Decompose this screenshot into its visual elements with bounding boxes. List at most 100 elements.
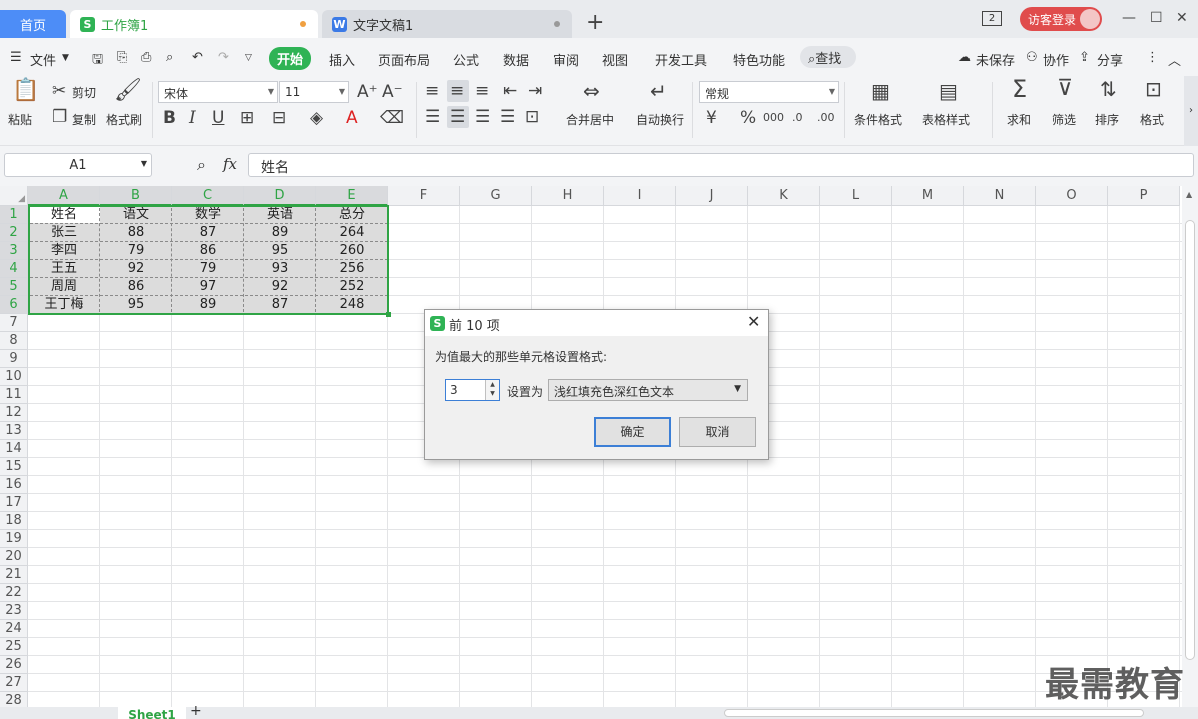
ribbon-scroll-right-icon[interactable]: › [1184,76,1198,146]
format-icon[interactable]: ⊡ [1145,79,1162,99]
merge-center-icon[interactable]: ⇔ [583,81,600,101]
font-size-select[interactable]: 11 ▼ [279,81,349,103]
wrap-text-button[interactable]: 自动换行 [636,111,684,128]
bold-icon[interactable]: B [163,109,176,127]
indent-decrease-icon[interactable]: ⇤ [503,82,517,100]
collab-button[interactable]: 协作 [1043,50,1069,69]
filter-icon[interactable]: ⊽ [1057,78,1073,100]
column-header[interactable]: D [244,186,316,206]
undo-icon[interactable]: ↶ [192,50,203,65]
ok-button[interactable]: 确定 [594,417,671,447]
column-header[interactable]: H [532,186,604,206]
new-tab-button[interactable]: + [586,10,604,35]
unsaved-status[interactable]: 未保存 [976,50,1015,69]
column-header[interactable]: L [820,186,892,206]
merge-center-button[interactable]: 合并居中 [566,111,614,128]
row-header[interactable]: 20 [0,548,28,566]
row-header[interactable]: 25 [0,638,28,656]
print-icon[interactable]: ⎙ [141,50,151,65]
maximize-icon[interactable]: ☐ [1150,10,1163,26]
row-header[interactable]: 19 [0,530,28,548]
select-all-corner[interactable]: ◢ [0,186,28,206]
sum-icon[interactable]: Σ [1012,77,1027,101]
search-button[interactable]: ⌕查找 [800,46,856,68]
column-header[interactable]: A [28,186,100,206]
row-header[interactable]: 21 [0,566,28,584]
row-header[interactable]: 1 [0,206,28,224]
align-top-icon[interactable]: ≡ [425,82,439,100]
justify-icon[interactable]: ☰ [500,108,515,126]
scroll-up-icon[interactable]: ▲ [1186,190,1192,199]
add-sheet-button[interactable]: + [190,703,202,719]
border-icon[interactable]: ⊞ [240,109,254,127]
increase-decimal-icon[interactable]: .0 [792,109,803,127]
conditional-format-button[interactable]: 条件格式 [854,111,902,128]
cancel-button[interactable]: 取消 [679,417,756,447]
fill-handle[interactable] [386,312,391,317]
percent-icon[interactable]: % [740,109,756,127]
tab-document[interactable]: W 文字文稿1 [322,10,572,38]
menu-review[interactable]: 审阅 [553,50,579,69]
row-header[interactable]: 24 [0,620,28,638]
close-window-icon[interactable]: ✕ [1176,10,1188,26]
clear-format-icon[interactable]: ⌫ [380,109,404,127]
column-header[interactable]: G [460,186,532,206]
row-header[interactable]: 4 [0,260,28,278]
name-box[interactable]: A1 ▼ [4,153,152,177]
row-header[interactable]: 11 [0,386,28,404]
table-style-icon[interactable]: ▤ [939,81,958,101]
column-header[interactable]: C [172,186,244,206]
export-icon[interactable]: ⎘ [117,50,127,65]
scroll-thumb[interactable] [1185,220,1195,660]
more-icon[interactable]: ⋮ [1146,50,1159,65]
menu-special[interactable]: 特色功能 [733,50,785,69]
copy-button[interactable]: 复制 [72,111,96,128]
menu-data[interactable]: 数据 [503,50,529,69]
align-bottom-icon[interactable]: ≡ [475,82,489,100]
column-header[interactable]: O [1036,186,1108,206]
menu-developer[interactable]: 开发工具 [655,50,707,69]
row-header[interactable]: 5 [0,278,28,296]
row-header[interactable]: 8 [0,332,28,350]
column-header[interactable]: F [388,186,460,206]
fill-color-icon[interactable]: ◈ [310,109,323,127]
share-button[interactable]: 分享 [1097,50,1123,69]
format-option-select[interactable]: 浅红填充色深红色文本 ▼ [548,379,748,401]
conditional-format-icon[interactable]: ▦ [871,81,890,101]
italic-icon[interactable]: I [189,109,196,127]
font-color-icon[interactable]: A [346,109,358,127]
count-stepper[interactable]: 3 ▲ ▼ [445,379,500,401]
redo-icon[interactable]: ↷ [218,50,229,65]
guest-login-button[interactable]: 访客登录 [1020,7,1102,31]
tab-close-dot-icon[interactable] [554,21,560,27]
column-header[interactable]: N [964,186,1036,206]
format-painter-icon[interactable]: 🖌 [114,80,142,102]
row-header[interactable]: 27 [0,674,28,692]
function-icon[interactable]: fx [223,155,237,173]
column-header[interactable]: B [100,186,172,206]
vertical-scrollbar[interactable]: ▲ [1182,186,1198,707]
column-header[interactable]: E [316,186,388,206]
distribute-icon[interactable]: ⊡ [525,108,539,126]
row-header[interactable]: 14 [0,440,28,458]
menu-formula[interactable]: 公式 [453,50,479,69]
minimize-icon[interactable]: — [1122,10,1136,26]
sort-button[interactable]: 排序 [1095,111,1119,128]
fill-style-icon[interactable]: ⊟ [272,109,286,127]
increase-font-icon[interactable]: A⁺ [357,83,378,101]
align-center-icon[interactable]: ☰ [450,108,465,126]
row-header[interactable]: 17 [0,494,28,512]
format-painter-button[interactable]: 格式刷 [106,111,142,128]
filter-button[interactable]: 筛选 [1052,111,1076,128]
sort-icon[interactable]: ⇅ [1100,79,1117,99]
font-name-select[interactable]: 宋体 ▼ [158,81,278,103]
paste-icon[interactable]: 📋 [12,80,39,102]
thousands-icon[interactable]: 000 [763,109,784,127]
row-header[interactable]: 12 [0,404,28,422]
column-header[interactable]: J [676,186,748,206]
stepper-buttons[interactable]: ▲ ▼ [485,380,499,400]
cut-icon[interactable]: ✂ [52,82,66,100]
zoom-icon[interactable]: ⌕ [197,155,206,175]
column-header[interactable]: M [892,186,964,206]
menu-file[interactable]: 文件 [30,50,56,69]
